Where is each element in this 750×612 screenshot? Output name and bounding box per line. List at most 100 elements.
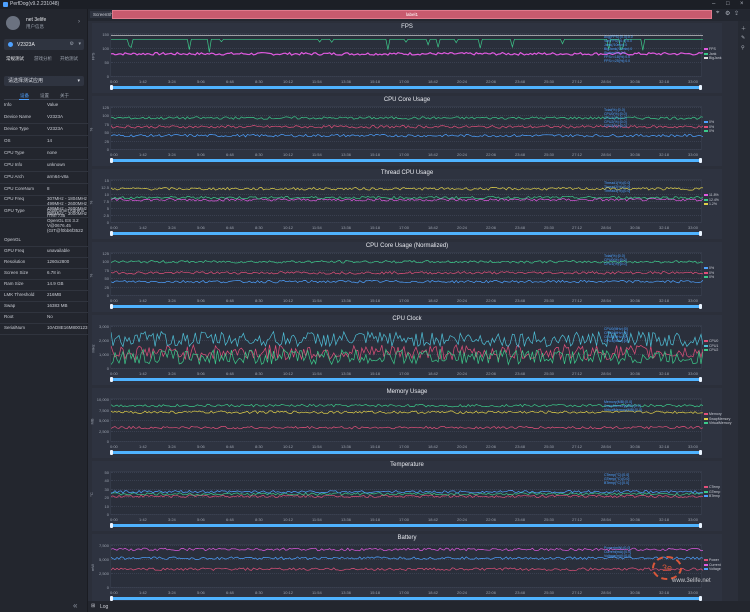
slider-handle-right[interactable]	[699, 304, 702, 309]
x-tick-label: 15:18	[370, 444, 381, 449]
legend-item[interactable]: 1.2%	[704, 202, 719, 207]
collapse-sidebar-icon[interactable]: «	[73, 601, 77, 610]
x-tick-label: 18:42	[428, 371, 439, 376]
legend-item[interactable]: CPU2	[704, 348, 718, 353]
time-range-slider[interactable]	[110, 158, 702, 163]
x-tick-label: 32:18	[659, 590, 670, 595]
legend-swatch	[704, 57, 708, 60]
filter-icon[interactable]: ⚲	[741, 45, 745, 51]
y-tick-label: 10	[104, 504, 109, 509]
slider-handle-left[interactable]	[110, 450, 113, 455]
y-tick-label: 100	[102, 46, 109, 51]
add-icon[interactable]: ＋	[741, 25, 746, 32]
legend-swatch	[704, 490, 708, 493]
x-tick-label: 18:42	[428, 298, 439, 303]
location-icon[interactable]: ⌖	[716, 10, 719, 17]
x-tick-label: 10:12	[283, 590, 294, 595]
time-range-slider[interactable]	[110, 231, 702, 236]
legend: Memory SwapMemory VirtualMemory	[704, 412, 732, 426]
slider-handle-left[interactable]	[110, 377, 113, 382]
info-value: arm64-v8a	[47, 174, 69, 179]
minimize-icon[interactable]: –	[712, 0, 715, 9]
slider-handle-right[interactable]	[699, 450, 702, 455]
time-range-slider[interactable]	[110, 85, 702, 90]
app-select-label: 请选择测试应用	[8, 78, 44, 84]
legend-item[interactable]: 0%	[704, 275, 714, 280]
x-tick-label: 6:48	[226, 79, 234, 84]
x-tick-label: 27:12	[572, 444, 583, 449]
x-tick-label: 15:18	[370, 517, 381, 522]
app-select[interactable]: 请选择测试应用 ▾	[4, 76, 84, 86]
user-info-link[interactable]: 用户信息	[26, 24, 44, 30]
label-bar[interactable]: label1	[112, 10, 712, 19]
time-range-slider[interactable]	[110, 377, 702, 382]
slider-handle-right[interactable]	[699, 523, 702, 528]
chart-panel: CPU Clock 3,000 2,000 1,000 0 MHz 0:00 1:42 3:24…	[91, 315, 722, 385]
slider-handle-left[interactable]	[110, 158, 113, 163]
legend-item[interactable]: VirtualMemory	[704, 421, 732, 426]
slider-handle-left[interactable]	[110, 85, 113, 90]
gear-icon[interactable]: ⚙	[725, 10, 730, 17]
x-tick-label: 8:30	[255, 152, 263, 157]
tab-settings[interactable]: 设置	[40, 93, 49, 99]
series-line	[111, 198, 703, 202]
legend-item[interactable]: Voltage	[704, 567, 721, 572]
chevron-right-icon[interactable]: ›	[78, 19, 80, 25]
tab-about[interactable]: 关于	[60, 93, 69, 99]
tab-game-analysis[interactable]: 游戏分析	[34, 56, 52, 62]
slider-handle-right[interactable]	[699, 158, 702, 163]
log-button[interactable]: Log	[100, 604, 108, 610]
gear-icon[interactable]: ⚙	[70, 41, 74, 47]
slider-handle-right[interactable]	[699, 85, 702, 90]
slider-handle-left[interactable]	[110, 523, 113, 528]
time-range-slider[interactable]	[110, 523, 702, 528]
time-range-slider[interactable]	[110, 450, 702, 455]
y-tick-label: 50	[104, 276, 109, 281]
x-tick-label: 32:18	[659, 517, 670, 522]
y-tick-label: 100	[102, 113, 109, 118]
slider-handle-left[interactable]	[110, 304, 113, 309]
x-tick-label: 33:00	[688, 371, 699, 376]
legend-swatch	[704, 417, 708, 420]
tab-start-test[interactable]: 开始测试	[60, 56, 78, 62]
tab-regular-test[interactable]: 常规测试	[6, 56, 24, 62]
info-value: 14	[47, 138, 53, 143]
add-icon[interactable]: ⊞	[91, 603, 95, 609]
x-tick-label: 22:06	[486, 298, 497, 303]
x-tick-label: 17:00	[399, 298, 410, 303]
maximize-icon[interactable]: □	[726, 0, 730, 9]
x-tick-label: 15:18	[370, 152, 381, 157]
slider-handle-left[interactable]	[110, 231, 113, 236]
x-tick-label: 20:24	[457, 79, 468, 84]
x-tick-label: 8:30	[255, 225, 263, 230]
legend-item[interactable]: BigJank	[704, 56, 721, 61]
legend-label: 0%	[709, 270, 715, 275]
info-value: unavailable	[47, 248, 70, 253]
avatar[interactable]	[6, 16, 20, 30]
x-tick-label: 32:18	[659, 152, 670, 157]
legend-item[interactable]: BTemp	[704, 494, 720, 499]
chevron-down-icon[interactable]: ▾	[78, 41, 81, 47]
export-icon[interactable]: ⇪	[734, 10, 739, 17]
close-icon[interactable]: ×	[740, 0, 744, 9]
user-card[interactable]: net 3elife 用户信息 ›	[4, 13, 84, 33]
sidebar: net 3elife 用户信息 › V2323A ⚙ ▾ 常规测试 游戏分析 开…	[0, 9, 88, 612]
info-value: 216MB	[47, 292, 62, 297]
edit-icon[interactable]: ✎	[741, 35, 745, 41]
x-tick-label: 13:36	[341, 79, 352, 84]
slider-handle-right[interactable]	[699, 231, 702, 236]
slider-handle-right[interactable]	[699, 377, 702, 382]
legend-item[interactable]: 0%	[704, 129, 714, 134]
x-tick-label: 28:54	[601, 444, 612, 449]
x-tick-label: 27:12	[572, 152, 583, 157]
divider	[0, 123, 88, 124]
chart-panel: CPU Core Usage (Normalized) 125 100 75 50 25 0…	[88, 242, 722, 312]
info-key: Root	[4, 314, 14, 319]
chart-panel: Temperature 50 40 30 20 10 0 °C 0:00 1:42 3:24 5:06…	[89, 461, 722, 531]
time-range-slider[interactable]	[110, 596, 702, 601]
time-range-slider[interactable]	[110, 304, 702, 309]
info-key: Device Type	[4, 126, 29, 131]
legend-swatch	[704, 271, 708, 274]
legend-swatch	[704, 344, 708, 347]
device-selector[interactable]: V2323A ⚙ ▾	[4, 39, 84, 50]
